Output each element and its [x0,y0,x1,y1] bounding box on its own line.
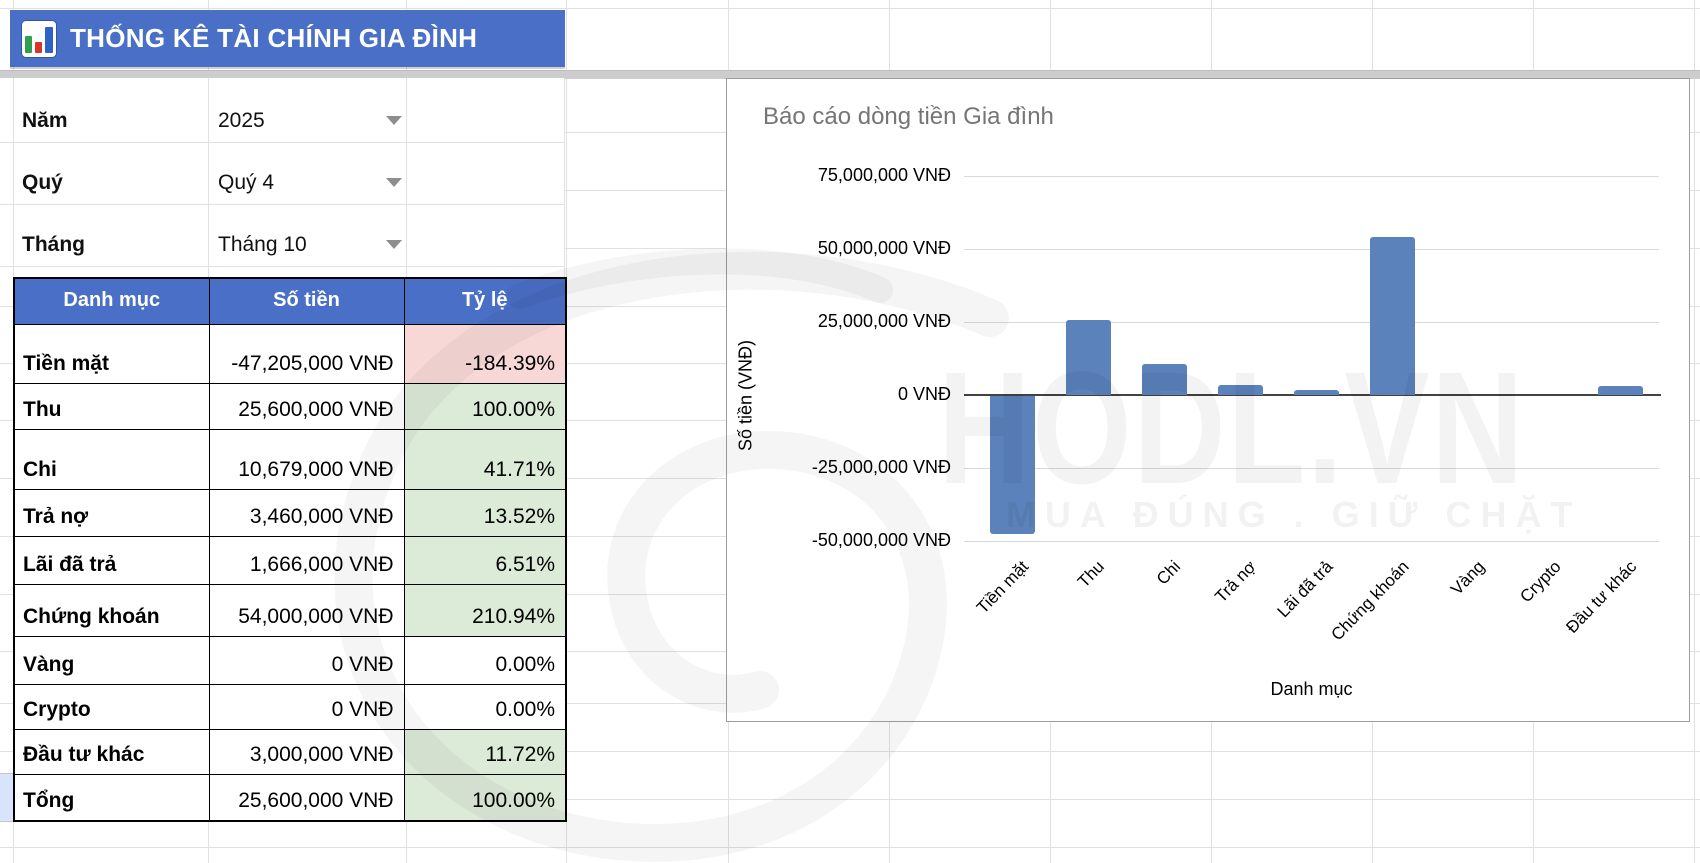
y-axis-tick-label: 50,000,000 VNĐ [727,238,951,259]
chart-bar [1598,386,1643,395]
cashflow-chart-card[interactable]: Báo cáo dòng tiền Gia đình Số tiền (VNĐ)… [726,78,1690,722]
chevron-down-icon[interactable] [386,240,402,249]
chart-gridline [964,176,1659,177]
y-axis-tick-label: 25,000,000 VNĐ [727,311,951,332]
x-axis-label: Chi [1153,557,1185,589]
amount-cell[interactable]: 25,600,000 VNĐ [209,774,404,821]
column-header-category[interactable]: Danh mục [14,278,209,324]
bar-chart-icon-blue-bar [45,27,53,53]
year-dropdown[interactable]: 2025 [218,109,265,133]
gridline [0,847,1700,848]
ratio-cell[interactable]: 11.72% [404,729,566,774]
x-axis-label: Thu [1074,557,1109,592]
chart-bar [1370,237,1415,395]
table-row: Crypto0 VNĐ0.00% [14,684,566,729]
chart-title: Báo cáo dòng tiền Gia đình [763,103,1054,131]
filter-area: Năm 2025 Quý Quý 4 Tháng Tháng 10 [0,78,565,277]
chart-gridline [964,541,1659,542]
amount-cell[interactable]: 54,000,000 VNĐ [209,584,404,636]
amount-cell[interactable]: 0 VNĐ [209,684,404,729]
category-cell[interactable]: Crypto [14,684,209,729]
x-axis-label: Trả nợ [1212,557,1261,607]
table-row: Tiền mặt-47,205,000 VNĐ-184.39% [14,324,566,383]
table-row: Chi10,679,000 VNĐ41.71% [14,429,566,489]
amount-cell[interactable]: -47,205,000 VNĐ [209,324,404,383]
x-axis-label: Tiền mặt [973,557,1033,618]
category-cell[interactable]: Vàng [14,636,209,684]
finance-table: Danh mục Số tiền Tỷ lệ Tiền mặt-47,205,0… [13,277,567,822]
amount-cell[interactable]: 1,666,000 VNĐ [209,536,404,584]
table-row: Chứng khoán54,000,000 VNĐ210.94% [14,584,566,636]
amount-cell[interactable]: 25,600,000 VNĐ [209,383,404,429]
chevron-down-icon[interactable] [386,116,402,125]
amount-cell[interactable]: 3,460,000 VNĐ [209,489,404,536]
quarter-filter-row: Quý Quý 4 [0,142,565,204]
gridline [0,8,1700,9]
ratio-cell[interactable]: 6.51% [404,536,566,584]
table-row: Thu25,600,000 VNĐ100.00% [14,383,566,429]
page-title: THỐNG KÊ TÀI CHÍNH GIA ĐÌNH [70,23,477,54]
ratio-cell[interactable]: 210.94% [404,584,566,636]
gridline [1694,0,1695,863]
category-cell[interactable]: Trả nợ [14,489,209,536]
chart-gridline [964,249,1659,250]
amount-cell[interactable]: 0 VNĐ [209,636,404,684]
bar-chart-icon-red-bar [35,42,42,53]
category-cell[interactable]: Tổng [14,774,209,821]
quarter-filter-label: Quý [22,171,63,195]
quarter-dropdown[interactable]: Quý 4 [218,171,274,195]
month-filter-label: Tháng [22,233,85,257]
y-axis-tick-label: 75,000,000 VNĐ [727,165,951,186]
chart-bar [1294,390,1339,395]
table-header-row: Danh mục Số tiền Tỷ lệ [14,278,566,324]
gridline [0,266,565,267]
category-cell[interactable]: Thu [14,383,209,429]
ratio-cell[interactable]: 100.00% [404,383,566,429]
year-filter-row: Năm 2025 [0,78,565,142]
y-axis-tick-label: -50,000,000 VNĐ [727,530,951,551]
ratio-cell[interactable]: 13.52% [404,489,566,536]
y-axis-tick-label: -25,000,000 VNĐ [727,457,951,478]
category-cell[interactable]: Đầu tư khác [14,729,209,774]
x-axis-title: Danh mục [964,679,1659,700]
chart-bar [1142,364,1187,395]
sheet-title-banner[interactable]: THỐNG KÊ TÀI CHÍNH GIA ĐÌNH [10,10,565,67]
spreadsheet-canvas: THỐNG KÊ TÀI CHÍNH GIA ĐÌNH Năm 2025 Quý… [0,0,1700,863]
ratio-cell[interactable]: 100.00% [404,774,566,821]
category-cell[interactable]: Chi [14,429,209,489]
chart-gridline [964,468,1659,469]
row-header-highlight [0,773,13,822]
bar-chart-icon [21,20,57,58]
table-row: Lãi đã trả1,666,000 VNĐ6.51% [14,536,566,584]
amount-cell[interactable]: 10,679,000 VNĐ [209,429,404,489]
category-cell[interactable]: Chứng khoán [14,584,209,636]
x-axis-label: Chứng khoán [1327,557,1413,645]
x-axis-label: Đầu tư khác [1563,557,1642,638]
ratio-cell[interactable]: 0.00% [404,684,566,729]
table-row: Trả nợ3,460,000 VNĐ13.52% [14,489,566,536]
ratio-cell[interactable]: -184.39% [404,324,566,383]
table-row: Tổng25,600,000 VNĐ100.00% [14,774,566,821]
x-axis-label: Crypto [1516,557,1565,607]
chart-bar [990,396,1035,534]
y-axis-tick-label: 0 VNĐ [727,384,951,405]
category-cell[interactable]: Tiền mặt [14,324,209,383]
ratio-cell[interactable]: 0.00% [404,636,566,684]
ratio-cell[interactable]: 41.71% [404,429,566,489]
year-filter-label: Năm [22,109,68,133]
column-header-amount[interactable]: Số tiền [209,278,404,324]
chevron-down-icon[interactable] [386,178,402,187]
month-dropdown[interactable]: Tháng 10 [218,233,307,257]
chart-bar [1066,320,1111,395]
table-row: Vàng0 VNĐ0.00% [14,636,566,684]
x-axis-label: Vàng [1447,557,1489,599]
table-row: Đầu tư khác3,000,000 VNĐ11.72% [14,729,566,774]
column-header-ratio[interactable]: Tỷ lệ [404,278,566,324]
month-filter-row: Tháng Tháng 10 [0,204,565,266]
bar-chart-icon-green-bar [25,36,32,53]
category-cell[interactable]: Lãi đã trả [14,536,209,584]
amount-cell[interactable]: 3,000,000 VNĐ [209,729,404,774]
chart-bar [1218,385,1263,395]
x-axis-label: Lãi đã trả [1273,557,1337,622]
